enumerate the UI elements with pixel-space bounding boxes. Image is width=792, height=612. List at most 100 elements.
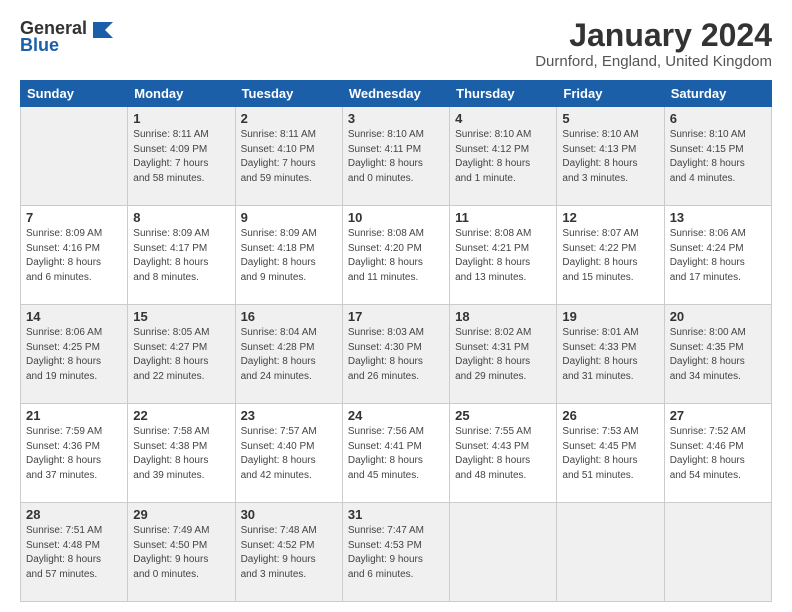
day-number: 14 — [26, 309, 122, 324]
day-info: Sunrise: 8:09 AM Sunset: 4:18 PM Dayligh… — [241, 227, 337, 285]
table-row: 23Sunrise: 7:57 AM Sunset: 4:40 PM Dayli… — [235, 404, 342, 503]
day-number: 3 — [348, 111, 444, 126]
calendar-table: Sunday Monday Tuesday Wednesday Thursday… — [20, 80, 772, 602]
table-row: 22 Sunrise: 7:58 AM Sunset: 4:38 PM Dayli… — [128, 404, 235, 503]
table-row: 27 Sunrise: 7:52 AM Sunset: 4:46 PM Dayli… — [664, 404, 771, 503]
day-info: Sunrise: 7:53 AM Sunset: 4:45 PM Dayligh… — [562, 425, 658, 483]
day-number: 30 — [241, 507, 337, 522]
day-info: Sunrise: 7:52 AM Sunset: 4:46 PM Dayligh… — [670, 425, 766, 483]
day-number: 6 — [670, 111, 766, 126]
day-info: Sunrise: 8:09 AM Sunset: 4:17 PM Dayligh… — [133, 227, 229, 285]
day-number: 12 — [562, 210, 658, 225]
day-number: 25 — [455, 408, 551, 423]
day-info: Sunrise: 8:09 AM Sunset: 4:16 PM Dayligh… — [26, 227, 122, 285]
table-row: 21 Sunrise: 7:59 AM Sunset: 4:36 PM Dayli… — [21, 404, 128, 503]
day-number: 26 — [562, 408, 658, 423]
table-row: 20 Sunrise: 8:00 AM Sunset: 4:35 PM Dayli… — [664, 305, 771, 404]
day-number: 31 — [348, 507, 444, 522]
day-number: 2 — [241, 111, 337, 126]
calendar-week-row: 21 Sunrise: 7:59 AM Sunset: 4:36 PM Dayli… — [21, 404, 772, 503]
day-number: 13 — [670, 210, 766, 225]
day-number: 15 — [133, 309, 229, 324]
table-row — [450, 503, 557, 602]
table-row: 28 Sunrise: 7:51 AM Sunset: 4:48 PM Dayli… — [21, 503, 128, 602]
header: General Blue January 2024 Durnford, Engl… — [20, 18, 772, 70]
table-row: 1Sunrise: 8:11 AM Sunset: 4:09 PM Daylig… — [128, 107, 235, 206]
table-row — [557, 503, 664, 602]
table-row: 16Sunrise: 8:04 AM Sunset: 4:28 PM Dayli… — [235, 305, 342, 404]
header-friday: Friday — [557, 81, 664, 107]
day-number: 4 — [455, 111, 551, 126]
day-info: Sunrise: 8:05 AM Sunset: 4:27 PM Dayligh… — [133, 326, 229, 384]
day-info: Sunrise: 7:55 AM Sunset: 4:43 PM Dayligh… — [455, 425, 551, 483]
day-number: 28 — [26, 507, 122, 522]
table-row — [664, 503, 771, 602]
table-row: 5Sunrise: 8:10 AM Sunset: 4:13 PM Daylig… — [557, 107, 664, 206]
day-info: Sunrise: 8:00 AM Sunset: 4:35 PM Dayligh… — [670, 326, 766, 384]
header-sunday: Sunday — [21, 81, 128, 107]
table-row: 25 Sunrise: 7:55 AM Sunset: 4:43 PM Dayli… — [450, 404, 557, 503]
day-number: 20 — [670, 309, 766, 324]
day-info: Sunrise: 7:47 AM Sunset: 4:53 PM Dayligh… — [348, 524, 444, 582]
header-saturday: Saturday — [664, 81, 771, 107]
day-info: Sunrise: 8:08 AM Sunset: 4:20 PM Dayligh… — [348, 227, 444, 285]
page: General Blue January 2024 Durnford, Engl… — [0, 0, 792, 612]
table-row: 10 Sunrise: 8:08 AM Sunset: 4:20 PM Dayli… — [342, 206, 449, 305]
day-info: Sunrise: 7:58 AM Sunset: 4:38 PM Dayligh… — [133, 425, 229, 483]
table-row: 3 Sunrise: 8:10 AM Sunset: 4:11 PM Daylig… — [342, 107, 449, 206]
table-row: 29Sunrise: 7:49 AM Sunset: 4:50 PM Dayli… — [128, 503, 235, 602]
day-info: Sunrise: 8:06 AM Sunset: 4:25 PM Dayligh… — [26, 326, 122, 384]
calendar-week-row: 14 Sunrise: 8:06 AM Sunset: 4:25 PM Dayli… — [21, 305, 772, 404]
day-info: Sunrise: 8:11 AM Sunset: 4:09 PM Dayligh… — [133, 128, 229, 186]
day-number: 10 — [348, 210, 444, 225]
table-row: 8 Sunrise: 8:09 AM Sunset: 4:17 PM Daylig… — [128, 206, 235, 305]
table-row: 14 Sunrise: 8:06 AM Sunset: 4:25 PM Dayli… — [21, 305, 128, 404]
day-info: Sunrise: 8:06 AM Sunset: 4:24 PM Dayligh… — [670, 227, 766, 285]
day-number: 9 — [241, 210, 337, 225]
table-row: 9 Sunrise: 8:09 AM Sunset: 4:18 PM Daylig… — [235, 206, 342, 305]
table-row: 17Sunrise: 8:03 AM Sunset: 4:30 PM Dayli… — [342, 305, 449, 404]
table-row: 19 Sunrise: 8:01 AM Sunset: 4:33 PM Dayli… — [557, 305, 664, 404]
day-number: 22 — [133, 408, 229, 423]
day-info: Sunrise: 8:07 AM Sunset: 4:22 PM Dayligh… — [562, 227, 658, 285]
day-info: Sunrise: 7:56 AM Sunset: 4:41 PM Dayligh… — [348, 425, 444, 483]
day-number: 27 — [670, 408, 766, 423]
calendar-week-row: 28 Sunrise: 7:51 AM Sunset: 4:48 PM Dayli… — [21, 503, 772, 602]
table-row: 15 Sunrise: 8:05 AM Sunset: 4:27 PM Dayli… — [128, 305, 235, 404]
calendar-week-row: 1Sunrise: 8:11 AM Sunset: 4:09 PM Daylig… — [21, 107, 772, 206]
day-number: 16 — [241, 309, 337, 324]
logo-blue-text: Blue — [20, 35, 59, 56]
day-number: 17 — [348, 309, 444, 324]
day-number: 19 — [562, 309, 658, 324]
day-number: 29 — [133, 507, 229, 522]
day-number: 7 — [26, 210, 122, 225]
day-number: 8 — [133, 210, 229, 225]
day-number: 21 — [26, 408, 122, 423]
day-info: Sunrise: 8:10 AM Sunset: 4:11 PM Dayligh… — [348, 128, 444, 186]
day-number: 24 — [348, 408, 444, 423]
table-row: 13 Sunrise: 8:06 AM Sunset: 4:24 PM Dayli… — [664, 206, 771, 305]
title-block: January 2024 Durnford, England, United K… — [535, 18, 772, 70]
calendar-week-row: 7 Sunrise: 8:09 AM Sunset: 4:16 PM Daylig… — [21, 206, 772, 305]
day-number: 18 — [455, 309, 551, 324]
table-row: 12 Sunrise: 8:07 AM Sunset: 4:22 PM Dayli… — [557, 206, 664, 305]
calendar-header-row: Sunday Monday Tuesday Wednesday Thursday… — [21, 81, 772, 107]
header-tuesday: Tuesday — [235, 81, 342, 107]
table-row: 31 Sunrise: 7:47 AM Sunset: 4:53 PM Dayli… — [342, 503, 449, 602]
day-info: Sunrise: 8:08 AM Sunset: 4:21 PM Dayligh… — [455, 227, 551, 285]
logo: General Blue — [20, 18, 113, 56]
table-row: 18 Sunrise: 8:02 AM Sunset: 4:31 PM Dayli… — [450, 305, 557, 404]
day-info: Sunrise: 8:02 AM Sunset: 4:31 PM Dayligh… — [455, 326, 551, 384]
day-info: Sunrise: 7:59 AM Sunset: 4:36 PM Dayligh… — [26, 425, 122, 483]
month-title: January 2024 — [535, 18, 772, 53]
table-row: 7 Sunrise: 8:09 AM Sunset: 4:16 PM Daylig… — [21, 206, 128, 305]
table-row — [21, 107, 128, 206]
day-info: Sunrise: 8:10 AM Sunset: 4:12 PM Dayligh… — [455, 128, 551, 186]
header-monday: Monday — [128, 81, 235, 107]
table-row: 26 Sunrise: 7:53 AM Sunset: 4:45 PM Dayli… — [557, 404, 664, 503]
day-info: Sunrise: 8:01 AM Sunset: 4:33 PM Dayligh… — [562, 326, 658, 384]
day-number: 23 — [241, 408, 337, 423]
day-info: Sunrise: 7:51 AM Sunset: 4:48 PM Dayligh… — [26, 524, 122, 582]
table-row: 24 Sunrise: 7:56 AM Sunset: 4:41 PM Dayli… — [342, 404, 449, 503]
day-info: Sunrise: 8:10 AM Sunset: 4:15 PM Dayligh… — [670, 128, 766, 186]
